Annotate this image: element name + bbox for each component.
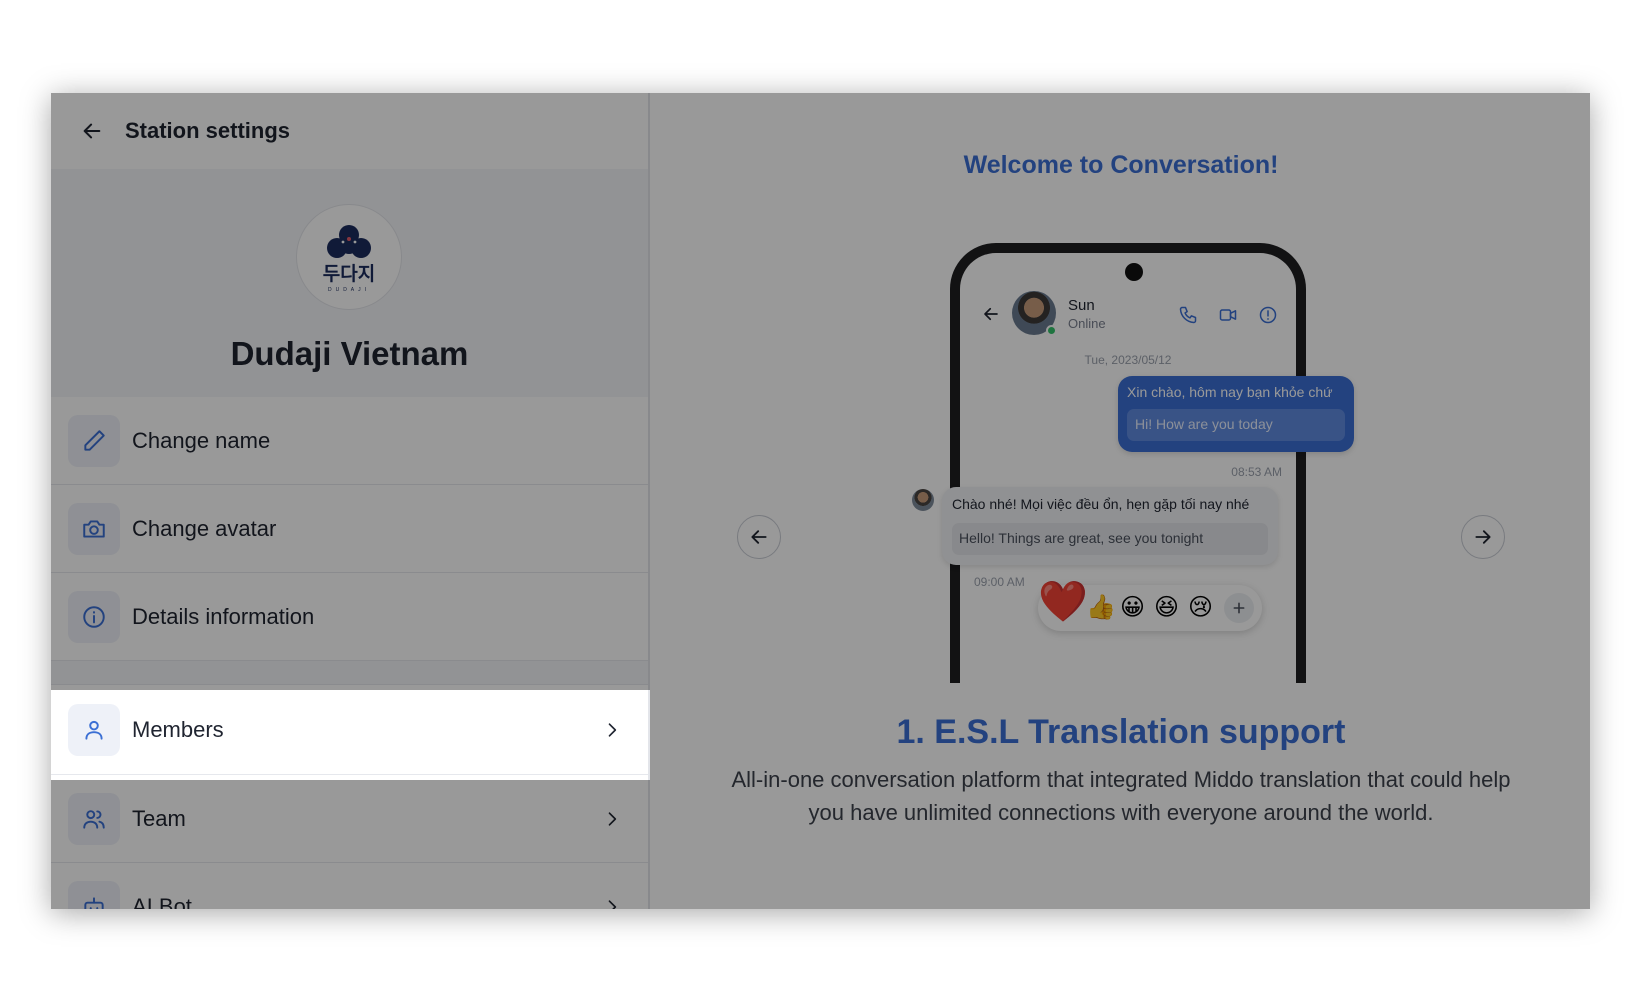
video-icon: [1219, 309, 1237, 321]
station-avatar: 두다지 DUDAJI: [296, 204, 402, 310]
incoming-message: Chào nhé! Mọi việc đều ổn, hẹn gặp tối n…: [942, 487, 1278, 565]
slide-title: 1. E.S.L Translation support: [896, 713, 1346, 751]
laugh-reaction: 😆: [1154, 594, 1180, 621]
settings-panel: Station settings 두다지 DUDAJI Dudaji Vietn…: [51, 93, 650, 909]
logo-text: 두다지: [322, 264, 376, 285]
message-time: 08:53 AM: [1231, 465, 1282, 479]
menu-label-ai-bot: AI Bot: [132, 893, 192, 910]
chevron-right-icon: [608, 811, 617, 826]
add-reaction-icon: [1224, 593, 1254, 623]
grin-reaction: 😀: [1120, 594, 1146, 621]
dudaji-logo-icon: [327, 225, 371, 258]
cry-reaction: 😢: [1188, 594, 1214, 621]
contact-status: Online: [1068, 316, 1106, 331]
page-title: Station settings: [125, 118, 291, 143]
message-translation: Hello! Things are great, see you tonight: [952, 523, 1268, 555]
section-divider: [51, 661, 648, 685]
camera-notch: [1125, 263, 1143, 281]
menu-item-change-avatar[interactable]: Change avatar: [51, 485, 648, 573]
app-window: Station settings 두다지 DUDAJI Dudaji Vietn…: [51, 93, 1590, 909]
info-icon: [1259, 306, 1277, 324]
settings-header: Station settings: [51, 93, 648, 169]
menu-item-members[interactable]: Members: [51, 685, 648, 775]
menu-item-change-name[interactable]: Change name: [51, 397, 648, 485]
back-arrow-icon: [984, 307, 998, 321]
outgoing-message: Xin chào, hôm nay bạn khỏe chứ Hi! How a…: [1118, 376, 1354, 452]
chevron-right-icon: [608, 899, 617, 909]
menu-item-team[interactable]: Team: [51, 775, 648, 863]
menu-label-members: Members: [132, 716, 224, 742]
online-indicator: [1046, 325, 1057, 336]
phone-mockup: Sun Online Tue, 2023/05/12 Xin chào, hôm…: [912, 243, 1354, 683]
bot-icon: [68, 880, 120, 909]
arrow-left-icon: [751, 530, 767, 544]
carousel-next-button[interactable]: [1461, 515, 1505, 559]
menu-label-team: Team: [132, 805, 186, 831]
contact-name: Sun: [1068, 297, 1095, 314]
message-time: 09:00 AM: [974, 575, 1025, 589]
info-icon: [68, 590, 120, 643]
arrow-right-icon: [1475, 530, 1491, 544]
heart-reaction: ❤️: [1038, 580, 1088, 624]
back-arrow-icon[interactable]: [79, 118, 105, 144]
phone-icon: [1179, 306, 1197, 324]
pencil-icon: [68, 414, 120, 467]
user-icon: [68, 703, 120, 756]
message-original: Chào nhé! Mọi việc đều ổn, hẹn gặp tối n…: [952, 496, 1250, 512]
menu-label-change-name: Change name: [132, 427, 271, 453]
thumbs-up-reaction: 👍: [1086, 594, 1116, 621]
camera-icon: [68, 502, 120, 555]
station-profile: 두다지 DUDAJI Dudaji Vietnam: [51, 169, 648, 397]
logo-subtext: DUDAJI: [327, 287, 371, 293]
menu-label-change-avatar: Change avatar: [132, 515, 277, 541]
message-original: Xin chào, hôm nay bạn khỏe chứ: [1127, 384, 1333, 400]
chat-date: Tue, 2023/05/12: [1084, 353, 1172, 367]
reaction-bar: ❤️ 👍 😀 😆 😢: [1038, 580, 1262, 631]
slide-description: All-in-one conversation platform that in…: [731, 767, 1511, 825]
users-icon: [68, 792, 120, 845]
message-translation: Hi! How are you today: [1127, 409, 1345, 441]
menu-item-details[interactable]: Details information: [51, 573, 648, 661]
carousel-prev-button[interactable]: [737, 515, 781, 559]
sender-avatar: [912, 489, 934, 511]
station-name: Dudaji Vietnam: [230, 335, 469, 372]
menu-label-details: Details information: [132, 603, 315, 629]
welcome-title: Welcome to Conversation!: [963, 151, 1279, 179]
menu-item-ai-bot[interactable]: AI Bot: [51, 863, 648, 909]
chevron-right-icon: [608, 722, 617, 737]
welcome-panel: Welcome to Conversation! Sun Online Tue,…: [652, 93, 1590, 909]
